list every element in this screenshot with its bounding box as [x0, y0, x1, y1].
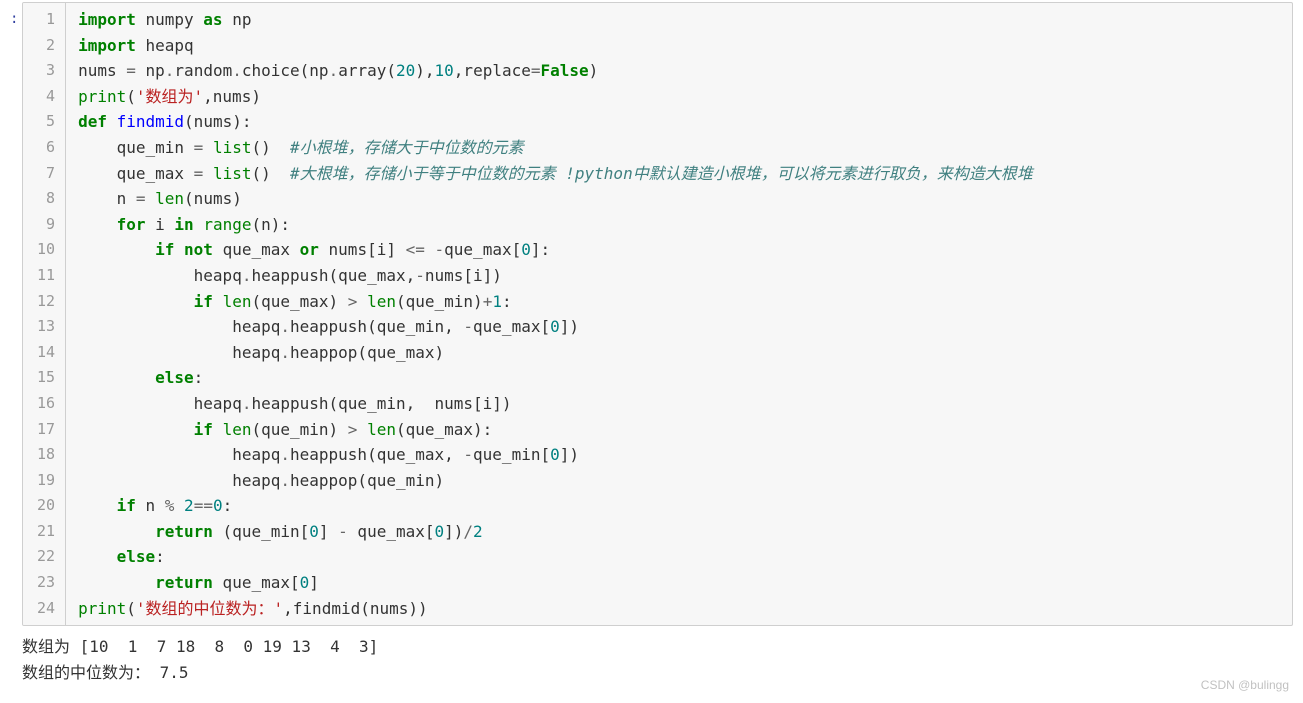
- line-number: 8: [37, 186, 55, 212]
- line-number: 21: [37, 519, 55, 545]
- line-number: 20: [37, 493, 55, 519]
- code-line[interactable]: print('数组的中位数为：',findmid(nums)): [78, 596, 1033, 622]
- code-line[interactable]: if n % 2==0:: [78, 493, 1033, 519]
- code-line[interactable]: else:: [78, 544, 1033, 570]
- line-number: 6: [37, 135, 55, 161]
- code-line[interactable]: else:: [78, 365, 1033, 391]
- code-line[interactable]: for i in range(n):: [78, 212, 1033, 238]
- code-line[interactable]: print('数组为',nums): [78, 84, 1033, 110]
- line-number: 16: [37, 391, 55, 417]
- line-number: 5: [37, 109, 55, 135]
- cell-output: 数组为 [10 1 7 18 8 0 19 13 4 3] 数组的中位数为： 7…: [22, 634, 1281, 685]
- line-number: 2: [37, 33, 55, 59]
- code-line[interactable]: heapq.heappush(que_min, -que_max[0]): [78, 314, 1033, 340]
- line-number: 14: [37, 340, 55, 366]
- output-line-2: 数组的中位数为： 7.5: [22, 663, 189, 682]
- code-line[interactable]: n = len(nums): [78, 186, 1033, 212]
- code-line[interactable]: return (que_min[0] - que_max[0])/2: [78, 519, 1033, 545]
- notebook-cell: : 12345678910111213141516171819202122232…: [0, 0, 1303, 693]
- code-line[interactable]: que_min = list() #小根堆，存储大于中位数的元素: [78, 135, 1033, 161]
- code-box[interactable]: 123456789101112131415161718192021222324 …: [22, 2, 1293, 626]
- line-number: 1: [37, 7, 55, 33]
- code-line[interactable]: def findmid(nums):: [78, 109, 1033, 135]
- line-number: 4: [37, 84, 55, 110]
- watermark: CSDN @bulingg: [1201, 676, 1289, 695]
- line-number: 12: [37, 289, 55, 315]
- code-line[interactable]: heapq.heappop(que_min): [78, 468, 1033, 494]
- code-cell: : 12345678910111213141516171819202122232…: [10, 2, 1293, 626]
- code-line[interactable]: return que_max[0]: [78, 570, 1033, 596]
- line-number: 9: [37, 212, 55, 238]
- code-line[interactable]: que_max = list() #大根堆，存储小于等于中位数的元素 !pyth…: [78, 161, 1033, 187]
- line-number: 13: [37, 314, 55, 340]
- line-number: 24: [37, 596, 55, 622]
- line-number: 19: [37, 468, 55, 494]
- code-line[interactable]: if len(que_min) > len(que_max):: [78, 417, 1033, 443]
- line-number: 15: [37, 365, 55, 391]
- code-line[interactable]: import heapq: [78, 33, 1033, 59]
- line-number: 7: [37, 161, 55, 187]
- line-number: 18: [37, 442, 55, 468]
- code-area[interactable]: import numpy as npimport heapqnums = np.…: [66, 3, 1045, 625]
- line-number: 23: [37, 570, 55, 596]
- code-line[interactable]: heapq.heappush(que_max, -que_min[0]): [78, 442, 1033, 468]
- line-number: 10: [37, 237, 55, 263]
- line-number: 22: [37, 544, 55, 570]
- output-line-1: 数组为 [10 1 7 18 8 0 19 13 4 3]: [22, 637, 378, 656]
- code-line[interactable]: heapq.heappop(que_max): [78, 340, 1033, 366]
- code-line[interactable]: heapq.heappush(que_max,-nums[i]): [78, 263, 1033, 289]
- code-line[interactable]: heapq.heappush(que_min, nums[i]): [78, 391, 1033, 417]
- code-line[interactable]: import numpy as np: [78, 7, 1033, 33]
- line-number: 11: [37, 263, 55, 289]
- code-line[interactable]: if len(que_max) > len(que_min)+1:: [78, 289, 1033, 315]
- line-number: 17: [37, 417, 55, 443]
- code-line[interactable]: if not que_max or nums[i] <= -que_max[0]…: [78, 237, 1033, 263]
- line-number: 3: [37, 58, 55, 84]
- line-number-gutter: 123456789101112131415161718192021222324: [23, 3, 66, 625]
- code-line[interactable]: nums = np.random.choice(np.array(20),10,…: [78, 58, 1033, 84]
- cell-prompt: :: [10, 2, 22, 626]
